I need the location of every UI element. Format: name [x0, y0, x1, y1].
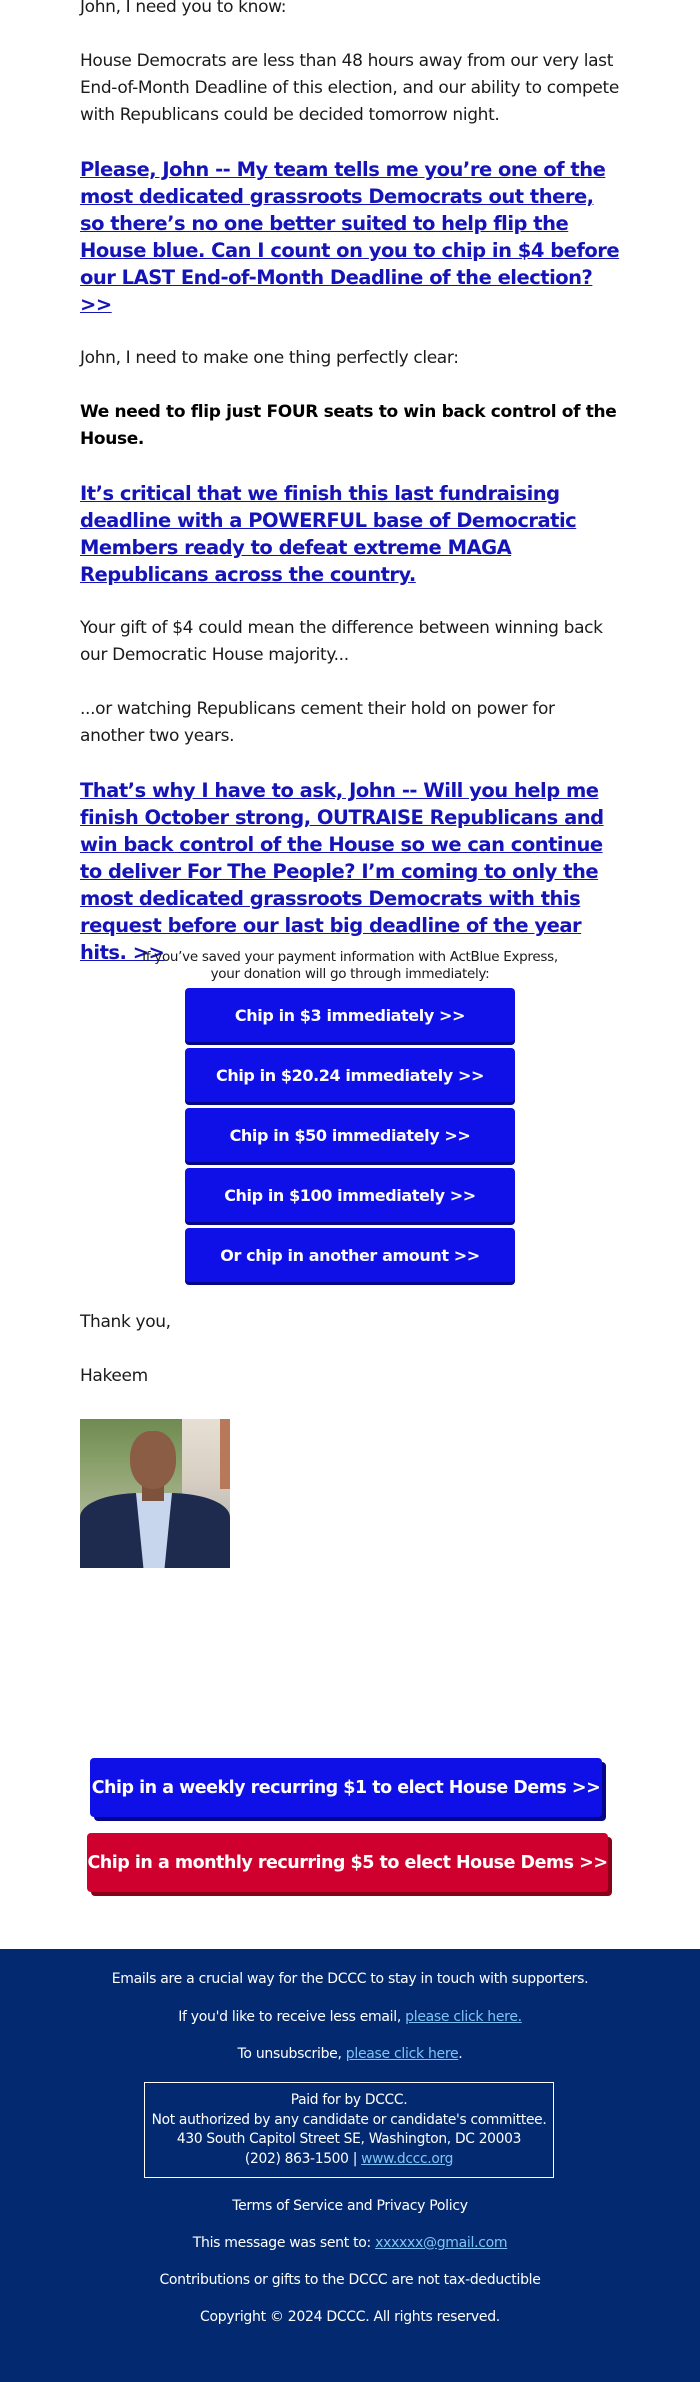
unsubscribe-link[interactable]: please click here: [346, 2046, 459, 2062]
express-note-line-1: If you’ve saved your payment information…: [142, 949, 558, 965]
tax-note: Contributions or gifts to the DCCC are n…: [159, 2272, 541, 2288]
unsubscribe-text: To unsubscribe,: [237, 2046, 346, 2062]
paid-for-disclaimer: Paid for by DCCC. Not authorized by any …: [144, 2082, 554, 2178]
donate-link-chip-in-4[interactable]: Please, John -- My team tells me you’re …: [80, 156, 620, 318]
address-line: 430 South Capitol Street SE, Washington,…: [176, 2131, 522, 2147]
copyright: Copyright © 2024 DCCC. All rights reserv…: [200, 2309, 500, 2325]
email-page: John, I need you to know: House Democrat…: [0, 0, 700, 2382]
photo-head: [130, 1431, 176, 1489]
contact-line: (202) 863-1500 | www.dccc.org: [145, 2150, 553, 2170]
chip-in-other-amount-button[interactable]: Or chip in another amount >>: [185, 1228, 515, 1282]
photo-background-brick: [220, 1419, 230, 1489]
monthly-recurring-button[interactable]: Chip in a monthly recurring $5 to elect …: [87, 1833, 608, 1892]
paragraph-gift: Your gift of $4 could mean the differenc…: [80, 618, 603, 665]
sign-off: Thank you,: [80, 1312, 171, 1332]
actblue-express-note: If you’ve saved your payment information…: [140, 949, 560, 983]
unsubscribe-suffix: .: [458, 2046, 463, 2062]
terms-privacy[interactable]: Terms of Service and Privacy Policy: [0, 2197, 700, 2215]
sent-to-line: This message was sent to: xxxxxx@gmail.c…: [0, 2234, 700, 2252]
recipient-email-link[interactable]: xxxxxx@gmail.com: [375, 2235, 507, 2251]
signature-name: Hakeem: [80, 1366, 148, 1386]
paragraph-clear: John, I need to make one thing perfectly…: [80, 348, 459, 368]
greeting: John, I need you to know:: [80, 0, 287, 17]
phone-number: (202) 863-1500 |: [244, 2150, 362, 2167]
sent-to-text: This message was sent to:: [192, 2235, 376, 2251]
website-link[interactable]: www.dccc.org: [361, 2151, 453, 2167]
paragraph-republicans: ...or watching Republicans cement their …: [80, 699, 555, 746]
paragraph-four-seats: We need to flip just FOUR seats to win b…: [80, 402, 617, 449]
chip-in-buttons: Chip in $3 immediately >> Chip in $20.24…: [185, 988, 515, 1288]
paid-for-line: Paid for by DCCC.: [290, 2092, 408, 2108]
footer-less-email: If you'd like to receive less email, ple…: [0, 2008, 700, 2026]
email-body: John, I need you to know: House Democrat…: [80, 0, 620, 993]
chip-in-50-button[interactable]: Chip in $50 immediately >>: [185, 1108, 515, 1162]
donate-link-october[interactable]: That’s why I have to ask, John -- Will y…: [80, 777, 620, 966]
chip-in-20-24-button[interactable]: Chip in $20.24 immediately >>: [185, 1048, 515, 1102]
footer-unsubscribe: To unsubscribe, please click here.: [0, 2045, 700, 2063]
less-email-text: If you'd like to receive less email,: [178, 2009, 406, 2025]
express-note-line-2: your donation will go through immediatel…: [210, 966, 490, 982]
footer: Emails are a crucial way for the DCCC to…: [0, 1949, 700, 2382]
not-authorized-line: Not authorized by any candidate or candi…: [151, 2111, 547, 2128]
donate-link-critical[interactable]: It’s critical that we finish this last f…: [80, 480, 620, 588]
chip-in-100-button[interactable]: Chip in $100 immediately >>: [185, 1168, 515, 1222]
less-email-link[interactable]: please click here.: [405, 2009, 522, 2025]
weekly-recurring-button[interactable]: Chip in a weekly recurring $1 to elect H…: [90, 1758, 602, 1817]
footer-intro: Emails are a crucial way for the DCCC to…: [111, 1971, 589, 1987]
signer-photo: [80, 1419, 230, 1568]
chip-in-3-button[interactable]: Chip in $3 immediately >>: [185, 988, 515, 1042]
paragraph-deadline: House Democrats are less than 48 hours a…: [80, 51, 619, 125]
